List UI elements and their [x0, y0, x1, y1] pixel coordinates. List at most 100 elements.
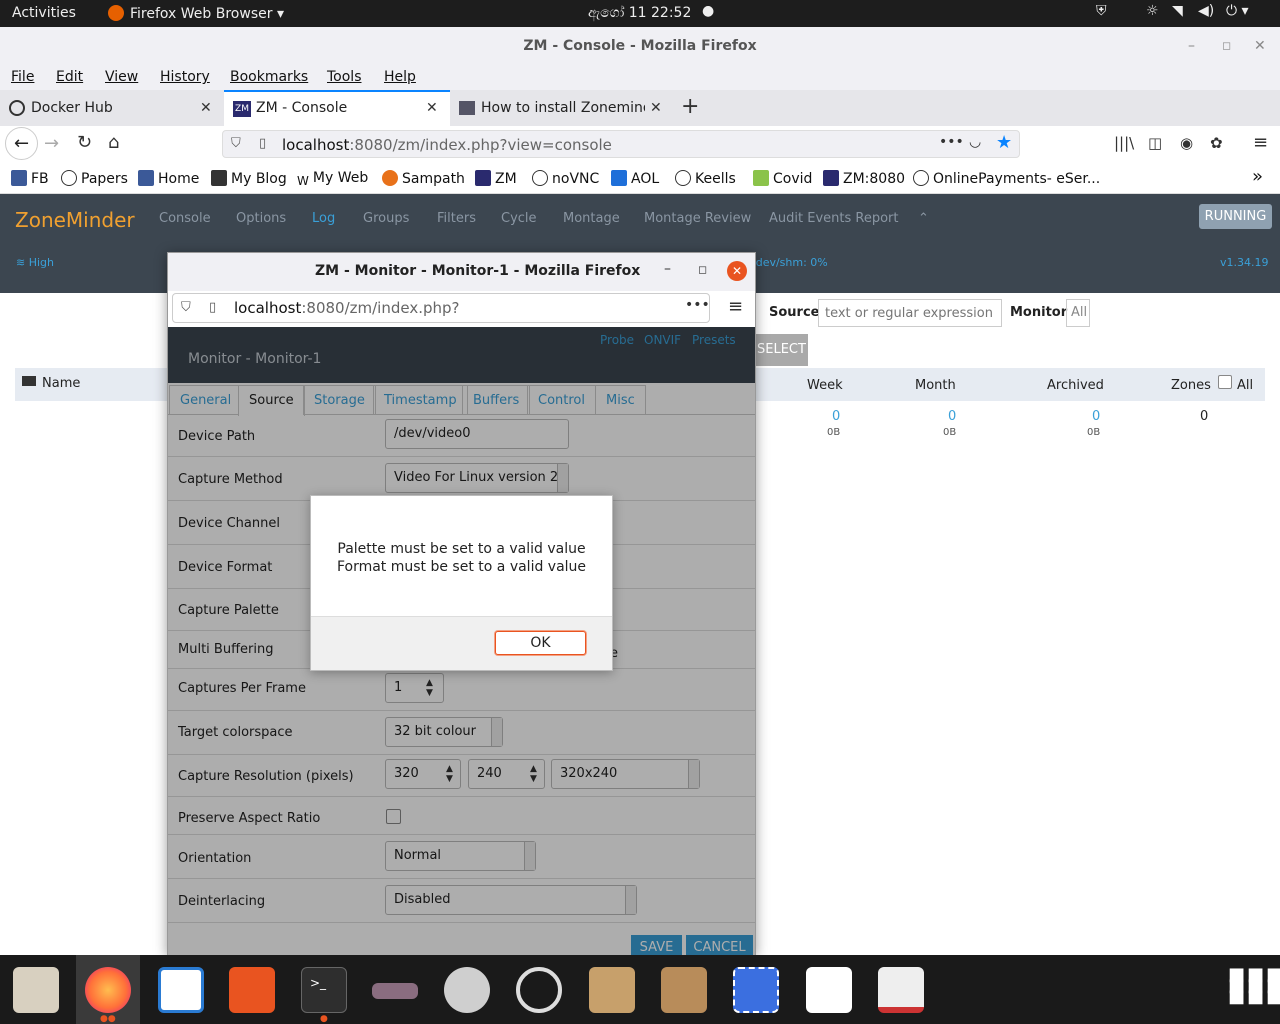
text-editor-icon[interactable] — [806, 967, 852, 1013]
maximize-icon[interactable]: ◻ — [1222, 27, 1231, 65]
monitor-filter-select[interactable]: All — [1066, 299, 1090, 327]
writer-icon[interactable] — [158, 967, 204, 1013]
library-icon[interactable]: |||\ — [1114, 134, 1134, 152]
forward-arrow-icon[interactable]: → — [44, 133, 59, 154]
menu-edit[interactable]: Edit — [56, 69, 83, 85]
bookmark-my-blog[interactable]: My Blog — [211, 170, 287, 187]
maximize-icon[interactable]: ◻ — [698, 263, 707, 276]
tracking-shield-icon[interactable]: ⛉ — [231, 136, 241, 151]
tab-install-zoneminder[interactable]: How to install Zonemind ✕ — [450, 90, 675, 126]
close-icon[interactable]: ✕ — [1254, 27, 1266, 65]
menu-tools[interactable]: Tools — [327, 69, 362, 85]
page-info-icon[interactable]: ▯ — [259, 136, 266, 151]
pocket-icon[interactable]: ◡ — [969, 134, 981, 150]
menu-bookmarks[interactable]: Bookmarks — [230, 69, 308, 85]
extension-icon[interactable]: ✿ — [1210, 134, 1223, 152]
aol-icon — [611, 170, 627, 186]
bookmark-my-web[interactable]: W My Web — [297, 170, 368, 190]
page-actions-icon[interactable]: ••• — [939, 134, 964, 150]
nav-log[interactable]: Log — [312, 211, 335, 226]
url-bar[interactable]: ⛉ ▯ localhost:8080/zm/index.php?view=con… — [222, 130, 1020, 158]
wifi-icon[interactable]: ◥ — [1172, 3, 1183, 19]
nav-audit-events-report[interactable]: Audit Events Report — [769, 211, 898, 226]
minimize-icon[interactable]: – — [1188, 27, 1195, 65]
show-apps-grid-icon[interactable]: ■■■ ■■■ ■■■ — [1228, 966, 1280, 1006]
collapse-chevron-up-icon[interactable]: ⌃ — [918, 211, 929, 226]
brightness-icon[interactable]: ☼ — [1146, 3, 1159, 19]
select-all-checkbox[interactable] — [1218, 375, 1232, 389]
bookmark-zm[interactable]: ZM — [475, 170, 517, 187]
bookmark-keells[interactable]: Keells — [675, 170, 736, 187]
power-icon[interactable]: ⏻ ▾ — [1226, 3, 1249, 19]
users-icon[interactable] — [444, 967, 490, 1013]
header-name[interactable]: Name — [42, 376, 80, 391]
minimize-icon[interactable]: – — [664, 261, 671, 277]
new-tab-icon[interactable]: + — [681, 94, 699, 119]
bookmark-novnc[interactable]: noVNC — [532, 170, 599, 187]
menu-file[interactable]: File — [11, 69, 34, 85]
package-install-icon[interactable] — [589, 967, 635, 1013]
nav-groups[interactable]: Groups — [363, 211, 409, 226]
bandwidth-selector[interactable]: ≋ High — [16, 256, 54, 269]
activities-button[interactable]: Activities — [12, 5, 76, 21]
nav-filters[interactable]: Filters — [437, 211, 476, 226]
bookmark-star-icon[interactable]: ★ — [996, 132, 1012, 153]
files-icon[interactable] — [13, 967, 59, 1013]
popup-url-field[interactable]: ⛉ ▯ localhost:8080/zm/index.php? ••• — [172, 293, 710, 323]
month-events-link[interactable]: 0 — [948, 409, 956, 424]
vmware-icon[interactable] — [372, 983, 418, 999]
ok-button[interactable]: OK — [495, 631, 586, 655]
running-status-button[interactable]: RUNNING — [1199, 204, 1272, 229]
app-menu[interactable]: Firefox Web Browser ▾ — [108, 5, 284, 22]
back-arrow-icon[interactable]: ← — [5, 127, 38, 160]
alert-footer: OK — [311, 616, 612, 670]
bookmark-sampath[interactable]: Sampath — [382, 170, 465, 187]
select-button[interactable]: SELECT — [755, 334, 808, 366]
document-viewer-icon[interactable] — [878, 967, 924, 1013]
account-icon[interactable]: ◉ — [1180, 134, 1193, 152]
source-filter-input[interactable] — [818, 299, 1002, 327]
menu-help[interactable]: Help — [384, 69, 416, 85]
close-icon[interactable]: ✕ — [727, 261, 747, 281]
hamburger-menu-icon[interactable]: ≡ — [1253, 132, 1268, 153]
bookmark-aol[interactable]: AOL — [611, 170, 659, 187]
bookmark-home[interactable]: Home — [138, 170, 199, 187]
bookmark-onlinepayments[interactable]: OnlinePayments- eSer... — [913, 170, 1100, 187]
nav-montage-review[interactable]: Montage Review — [644, 211, 751, 226]
sidebar-icon[interactable]: ◫ — [1148, 134, 1162, 152]
reload-icon[interactable]: ↻ — [77, 132, 92, 153]
bookmark-papers[interactable]: Papers — [61, 170, 128, 187]
bookmark-covid[interactable]: Covid — [753, 170, 812, 187]
page-actions-icon[interactable]: ••• — [685, 297, 710, 313]
close-tab-icon[interactable]: ✕ — [650, 90, 662, 126]
close-tab-icon[interactable]: ✕ — [200, 90, 212, 126]
home-icon[interactable]: ⌂ — [108, 132, 119, 153]
menu-history[interactable]: History — [160, 69, 210, 85]
bookmark-zm-8080[interactable]: ZM:8080 — [823, 170, 905, 187]
clock[interactable]: ඇගෝ 11 22:52 — [588, 5, 691, 21]
terminal-icon[interactable]: >_ — [301, 967, 347, 1013]
firefox-icon[interactable] — [85, 967, 131, 1013]
nav-console[interactable]: Console — [159, 211, 211, 226]
archive-icon[interactable] — [661, 967, 707, 1013]
more-bookmarks-icon[interactable]: » — [1252, 166, 1263, 187]
nav-montage[interactable]: Montage — [563, 211, 620, 226]
nav-cycle[interactable]: Cycle — [501, 211, 537, 226]
menu-view[interactable]: View — [105, 69, 138, 85]
nav-options[interactable]: Options — [236, 211, 286, 226]
week-events-link[interactable]: 0 — [832, 409, 840, 424]
zm-brand[interactable]: ZoneMinder — [15, 208, 135, 232]
screenshot-icon[interactable] — [733, 967, 779, 1013]
archived-events-link[interactable]: 0 — [1092, 409, 1100, 424]
shield-icon[interactable]: ⛨ — [1096, 3, 1107, 19]
bookmark-fb[interactable]: FB — [11, 170, 49, 187]
tab-docker-hub[interactable]: Docker Hub ✕ — [0, 90, 224, 126]
software-center-icon[interactable] — [229, 967, 275, 1013]
shm-usage: /dev/shm: 0% — [752, 256, 828, 269]
tab-zm-console[interactable]: ZM ZM - Console ✕ — [224, 90, 450, 126]
close-tab-icon[interactable]: ✕ — [426, 90, 438, 126]
running-indicator-icon: ●● — [100, 1014, 116, 1024]
hamburger-menu-icon[interactable]: ≡ — [728, 296, 743, 317]
update-manager-icon[interactable] — [516, 967, 562, 1013]
volume-icon[interactable]: ◀) — [1198, 3, 1214, 19]
